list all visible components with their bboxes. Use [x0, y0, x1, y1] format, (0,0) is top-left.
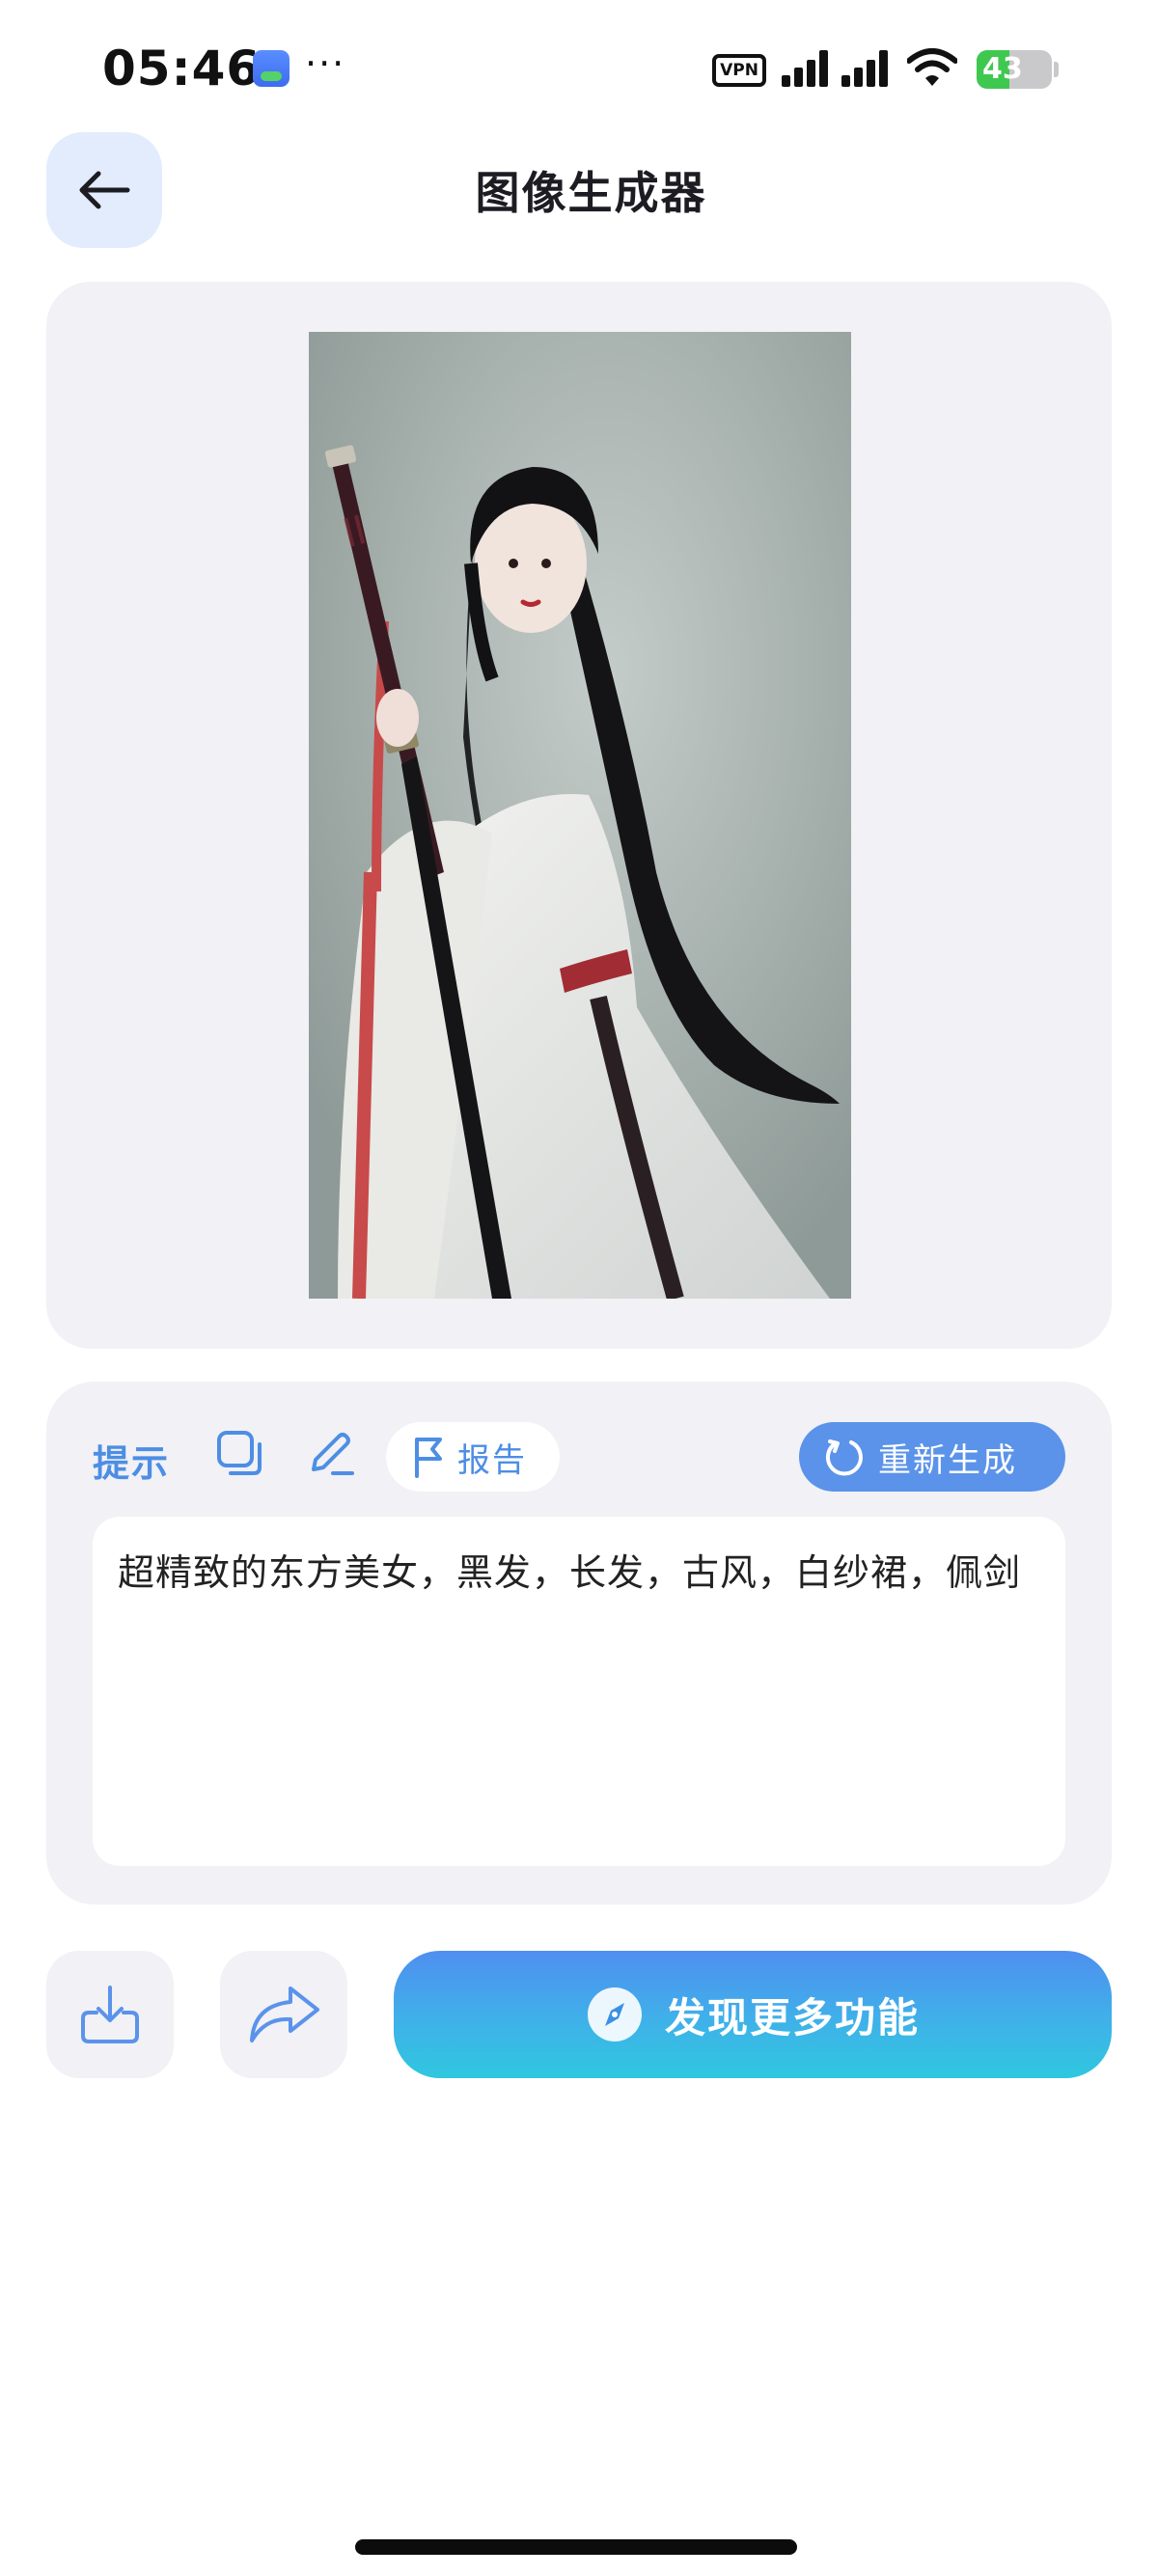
share-button[interactable]: [220, 1951, 347, 2078]
home-indicator[interactable]: [355, 2539, 797, 2555]
prompt-card: 提示 报告 重新生成 超精致的东方美女，黑发，长发，古风，白纱裙，佩剑: [46, 1382, 1112, 1905]
discover-more-button[interactable]: 发现更多功能: [394, 1951, 1112, 2078]
flag-icon: [415, 1438, 442, 1478]
download-icon: [81, 1986, 139, 2043]
report-button[interactable]: 报告: [386, 1422, 560, 1492]
copy-icon[interactable]: [210, 1424, 268, 1482]
battery-percent: 43: [982, 52, 1023, 86]
vpn-icon: VPN: [712, 54, 766, 87]
page-title: 图像生成器: [475, 167, 707, 219]
battery-tip: [1054, 62, 1059, 77]
compass-icon: [587, 1987, 642, 2042]
prompt-label: 提示: [93, 1442, 171, 1485]
prompt-text-field[interactable]: 超精致的东方美女，黑发，长发，古风，白纱裙，佩剑: [93, 1517, 1065, 1866]
status-more-indicator: ···: [305, 42, 346, 85]
regenerate-button[interactable]: 重新生成: [799, 1422, 1065, 1492]
regenerate-label: 重新生成: [878, 1440, 1017, 1480]
edit-pencil-icon[interactable]: [301, 1424, 359, 1482]
app-notification-icon: [253, 50, 290, 87]
wifi-icon: [906, 48, 958, 91]
status-time: 05:46: [102, 41, 262, 96]
discover-more-label: 发现更多功能: [664, 1993, 920, 2042]
download-button[interactable]: [46, 1951, 174, 2078]
status-bar: 05:46 ··· VPN 43: [0, 0, 1158, 135]
signal-icon: [841, 50, 890, 87]
share-arrow-icon: [250, 1987, 319, 2042]
image-card: [46, 282, 1112, 1349]
illustration-woman-with-sword: [309, 332, 851, 1299]
signal-icon: [782, 50, 830, 87]
generated-image[interactable]: [309, 332, 851, 1299]
refresh-icon: [825, 1439, 863, 1476]
battery-charging-icon: 43: [977, 50, 1052, 89]
report-label: 报告: [457, 1440, 527, 1480]
